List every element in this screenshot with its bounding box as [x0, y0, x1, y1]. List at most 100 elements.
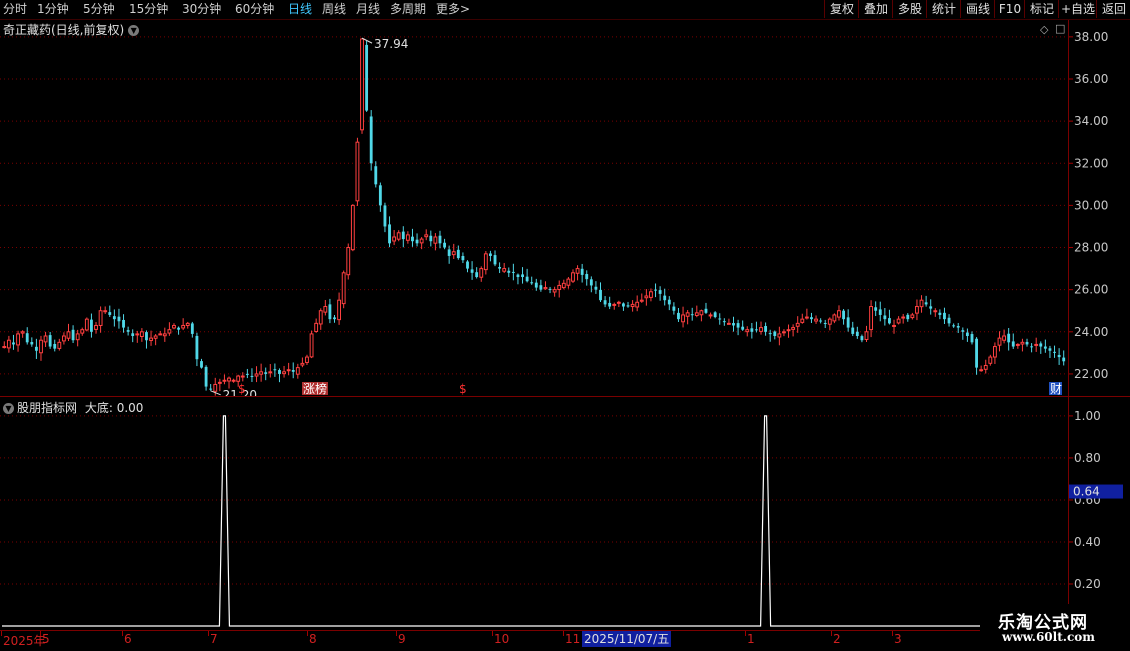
candle-body: [1025, 341, 1029, 345]
candle-body: [466, 261, 469, 269]
candle-body: [30, 342, 34, 345]
candle-body: [71, 329, 75, 341]
y-tick-label: 1.00: [1074, 409, 1101, 423]
date-label: 5: [42, 632, 50, 646]
candle-body: [649, 291, 653, 298]
candle-body: [268, 371, 273, 374]
candle-body: [933, 310, 938, 313]
more-arrow-icon[interactable]: >: [460, 1, 470, 18]
candle-body: [103, 310, 108, 313]
candle-body: [736, 323, 740, 328]
candle-body: [552, 289, 557, 293]
toolbar-button-0[interactable]: 复权: [824, 0, 859, 18]
candle-body: [534, 282, 538, 288]
candle-body: [961, 330, 965, 332]
candle-body: [341, 272, 346, 305]
candle-body: [411, 236, 414, 242]
candle-body: [75, 333, 80, 341]
tab-period-10[interactable]: 更多: [436, 1, 460, 18]
candle-body: [502, 268, 507, 272]
event-marker[interactable]: $: [459, 382, 467, 396]
tab-period-2[interactable]: 5分钟: [83, 1, 115, 18]
candle-body: [231, 379, 236, 382]
candle-body: [1011, 341, 1015, 347]
candle-body: [777, 333, 782, 338]
date-tick: [122, 631, 123, 636]
event-marker-label: 财: [1050, 382, 1062, 396]
candle-body: [1002, 335, 1007, 341]
candlestick-chart: 22.00 24.00 26.00 28.00 30.00 32.00 34.00 36.00…: [0, 30, 1108, 396]
candle-body: [447, 249, 451, 256]
candle-body: [227, 377, 231, 382]
candle-body: [94, 324, 98, 330]
candle-body: [300, 362, 305, 366]
candle-body: [768, 333, 772, 335]
candle-body: [1053, 351, 1056, 353]
candle-body: [185, 322, 190, 327]
candle-body: [483, 253, 488, 271]
tab-period-5[interactable]: 60分钟: [235, 1, 274, 18]
candle-body: [2, 346, 7, 349]
candle-body: [456, 249, 460, 259]
tab-period-4[interactable]: 30分钟: [182, 1, 221, 18]
candle-body: [162, 333, 167, 337]
candle-body: [112, 316, 116, 320]
candle-body: [755, 329, 758, 331]
tab-period-9[interactable]: 多周期: [390, 1, 426, 18]
event-marker[interactable]: 财: [1049, 382, 1062, 396]
candle-body: [405, 234, 410, 241]
candle-body: [800, 318, 805, 323]
tab-period-8[interactable]: 月线: [356, 1, 380, 18]
toolbar-button-1[interactable]: 叠加: [858, 0, 893, 18]
tab-period-6[interactable]: 日线: [288, 1, 312, 18]
candle-body: [181, 324, 186, 329]
toolbar-button-8[interactable]: 返回: [1096, 0, 1130, 18]
y-tick-label: 30.00: [1074, 198, 1108, 212]
candle-body: [589, 279, 593, 286]
candle-body: [273, 369, 277, 371]
toolbar-button-6[interactable]: 标记: [1024, 0, 1059, 18]
event-marker[interactable]: 涨榜: [302, 381, 328, 396]
watermark-url: www.60lt.com: [1002, 630, 1095, 644]
candle-body: [470, 269, 474, 273]
candle-body: [1057, 354, 1061, 358]
candle-body: [516, 274, 520, 278]
candle-body: [864, 331, 869, 341]
y-tick-label: 24.00: [1074, 325, 1108, 339]
candle-body: [479, 268, 484, 278]
toolbar-button-7[interactable]: +自选: [1058, 0, 1097, 18]
candle-body: [663, 295, 667, 301]
candle-body: [530, 282, 534, 284]
candle-body: [264, 372, 268, 374]
toolbar-button-5[interactable]: F10: [994, 0, 1025, 18]
candle-body: [333, 317, 336, 320]
candle-body: [195, 335, 199, 360]
candle-body: [388, 224, 391, 244]
candle-body: [355, 141, 360, 202]
tab-period-3[interactable]: 15分钟: [129, 1, 168, 18]
candle-body: [415, 239, 419, 244]
toolbar-button-3[interactable]: 统计: [926, 0, 961, 18]
tab-period-1[interactable]: 1分钟: [37, 1, 69, 18]
y-tick-label: 0.40: [1074, 535, 1101, 549]
candle-body: [888, 318, 891, 324]
candle-body: [131, 333, 135, 337]
candle-body: [204, 366, 208, 387]
tab-period-7[interactable]: 周线: [322, 1, 346, 18]
event-marker-label: $: [459, 382, 467, 396]
candle-body: [988, 356, 993, 364]
event-marker[interactable]: $: [238, 382, 246, 396]
date-tick: [831, 631, 832, 636]
candle-body: [295, 367, 300, 375]
tab-period-0[interactable]: 分时: [3, 1, 27, 18]
toolbar-button-2[interactable]: 多股: [892, 0, 927, 18]
y-tick-label: 0.20: [1074, 577, 1101, 591]
date-tick: [563, 631, 564, 636]
candle-body: [612, 303, 617, 306]
event-marker-label: 涨榜: [303, 381, 327, 396]
candle-body: [117, 316, 121, 322]
candle-body: [992, 346, 997, 358]
date-tick: [396, 631, 397, 636]
candle-body: [383, 205, 387, 227]
toolbar-button-4[interactable]: 画线: [960, 0, 995, 18]
